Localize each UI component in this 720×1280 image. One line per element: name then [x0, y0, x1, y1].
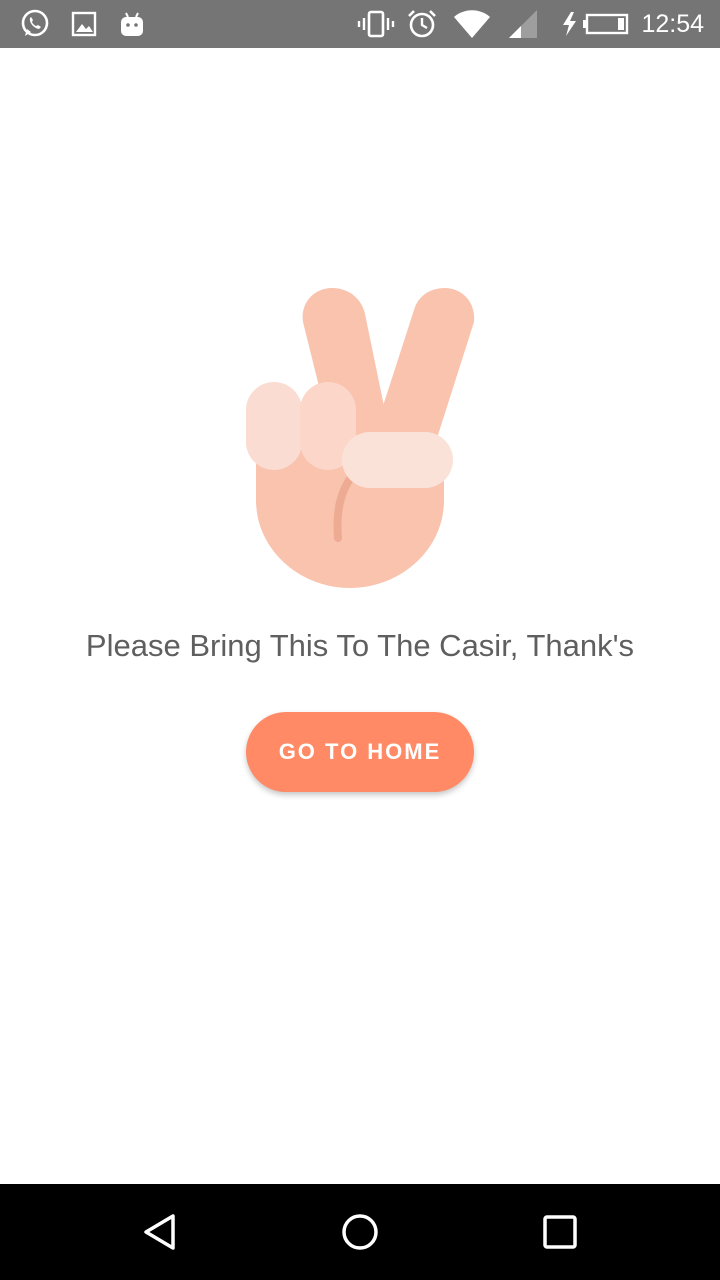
status-bar: 12:54 [0, 0, 720, 48]
whatsapp-icon [18, 8, 52, 40]
recents-icon[interactable] [536, 1208, 584, 1256]
signal-icon [506, 8, 540, 40]
app-screen: 12:54 Please Bring This To The Casir, Th… [0, 0, 720, 1280]
navigation-bar [0, 1184, 720, 1280]
gallery-icon [70, 8, 98, 40]
battery-charging-icon [560, 8, 634, 40]
instruction-message: Please Bring This To The Casir, Thank's [85, 628, 635, 663]
back-icon[interactable] [136, 1208, 184, 1256]
alarm-icon [406, 8, 438, 40]
wifi-icon [452, 8, 492, 40]
android-icon [118, 8, 146, 40]
home-icon[interactable] [336, 1208, 384, 1256]
status-time: 12:54 [641, 10, 704, 38]
go-to-home-button[interactable]: GO TO HOME [246, 712, 474, 792]
peace-hand-illustration [230, 280, 490, 600]
vibrate-icon [356, 8, 396, 40]
